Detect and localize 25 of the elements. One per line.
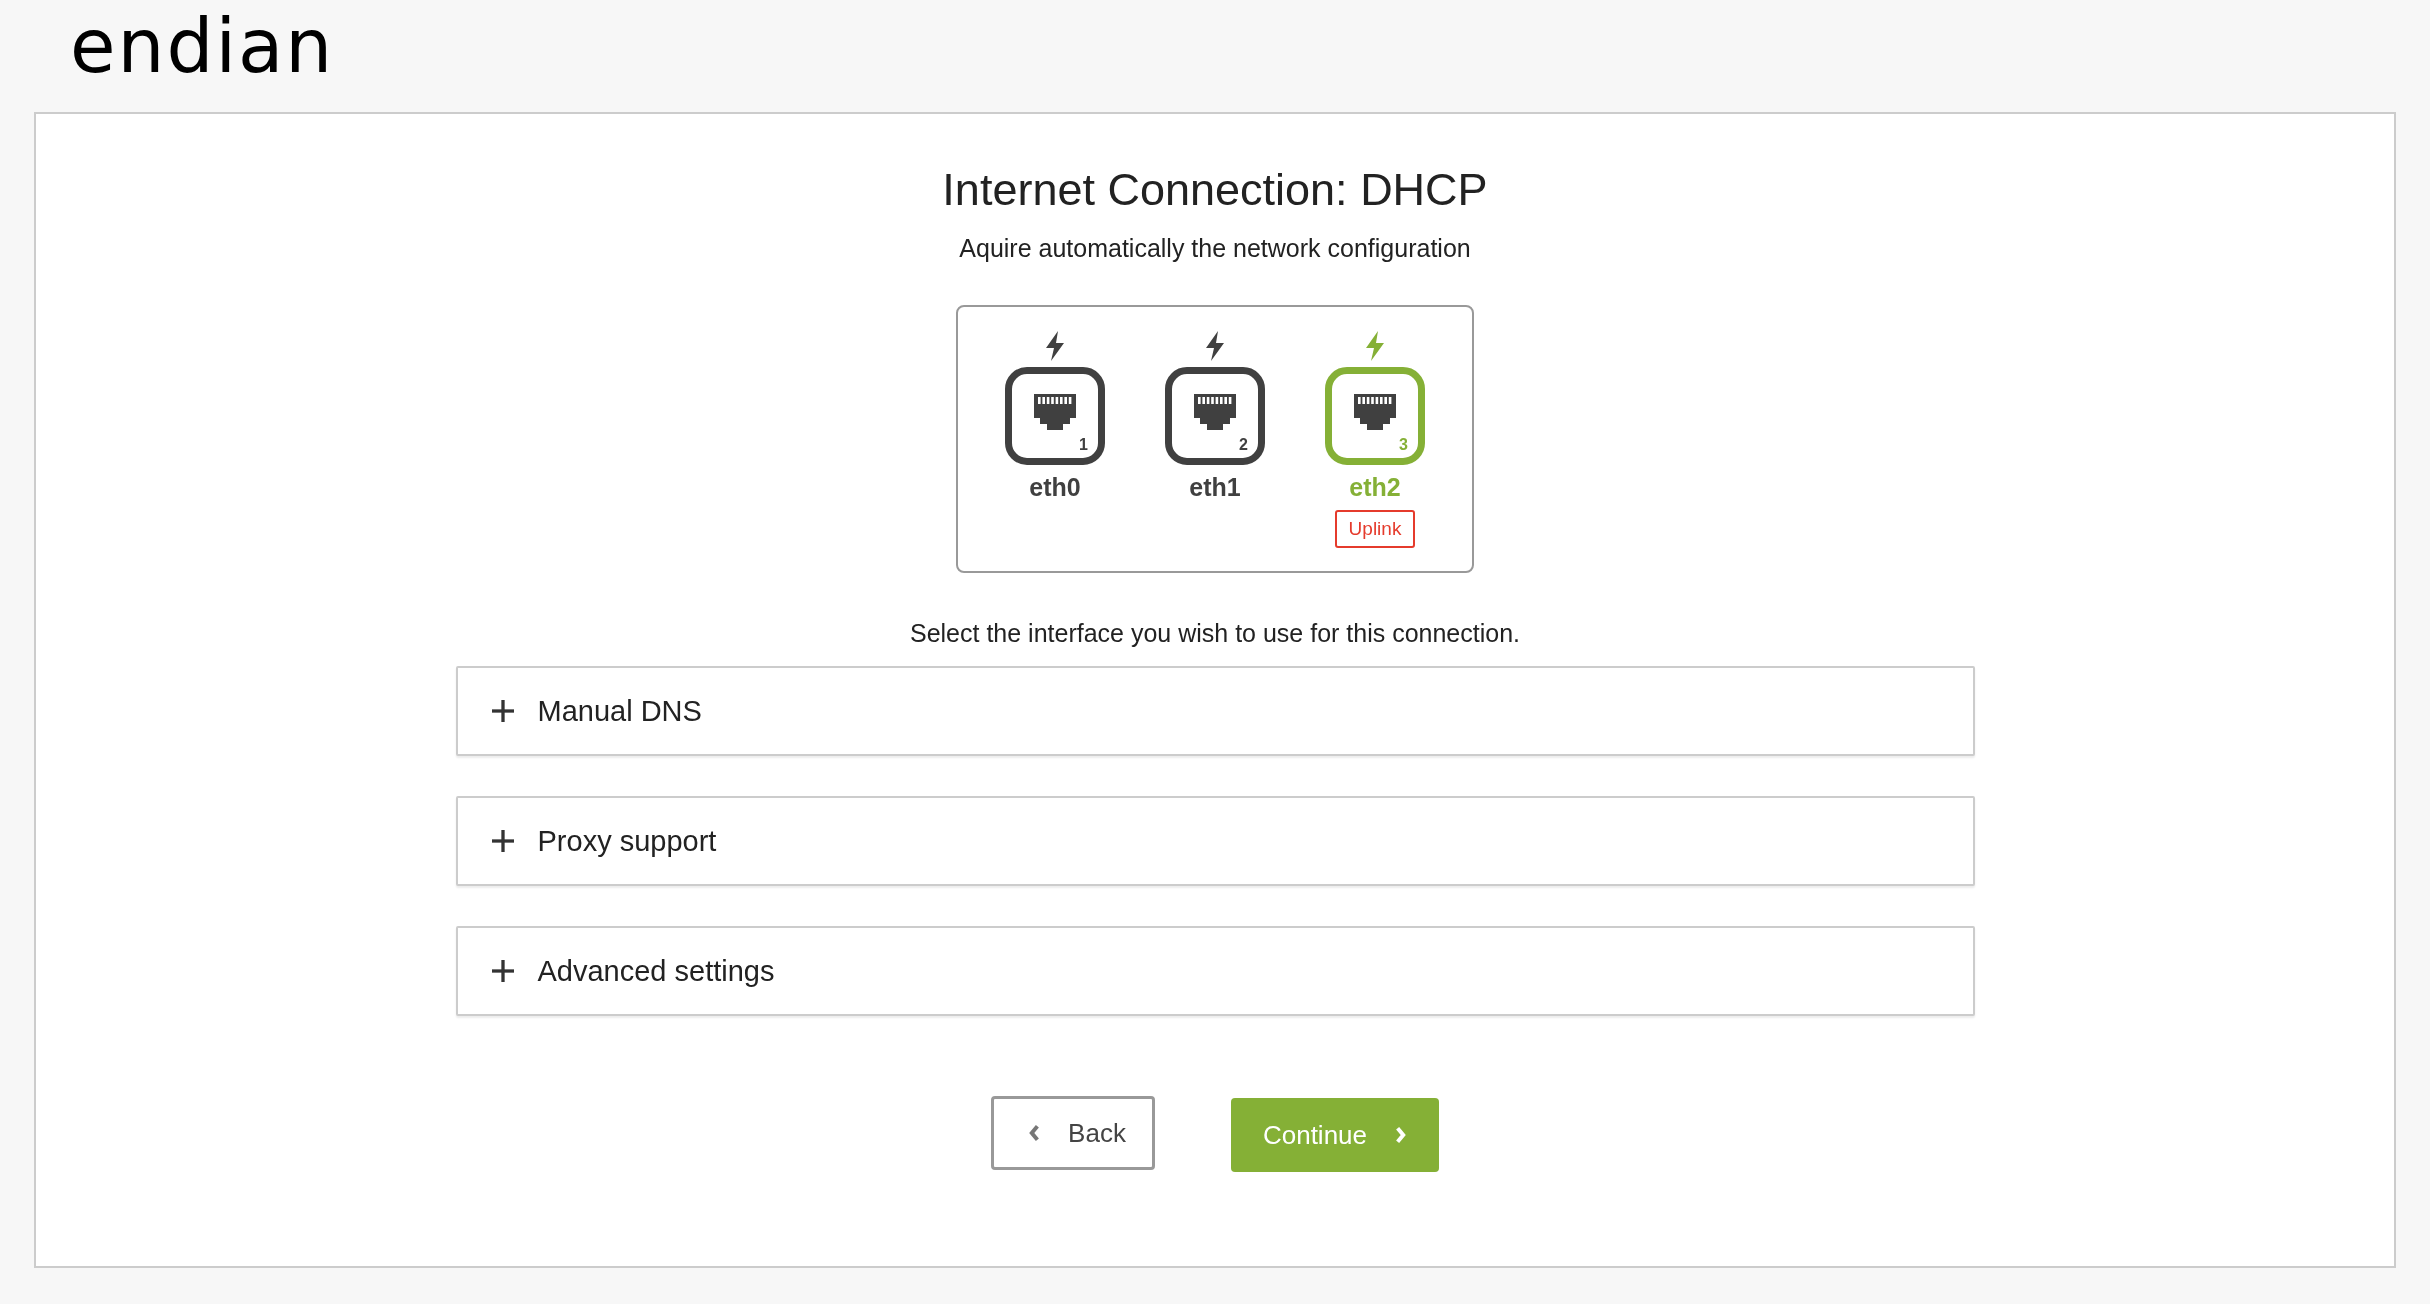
- interface-name: eth1: [1189, 473, 1241, 502]
- ethernet-port-button[interactable]: 2: [1165, 367, 1265, 465]
- collapsible-section[interactable]: Proxy support: [455, 796, 1975, 886]
- ethernet-port-button[interactable]: 1: [1005, 367, 1105, 465]
- interface-name: eth0: [1029, 473, 1081, 502]
- port-number: 2: [1239, 436, 1248, 454]
- port-number: 1: [1079, 436, 1088, 454]
- lightning-icon: [1043, 331, 1067, 361]
- instruction-text: Select the interface you wish to use for this connection.: [909, 619, 1521, 648]
- interface-name: eth2: [1349, 473, 1401, 502]
- chevron-left-icon: [1028, 1124, 1041, 1142]
- plus-icon: [491, 830, 514, 852]
- lightning-icon: [1363, 331, 1387, 361]
- port-number: 3: [1399, 436, 1408, 454]
- lightning-icon: [1203, 331, 1227, 361]
- chevron-right-icon: [1395, 1126, 1408, 1144]
- collapsible-section[interactable]: Advanced settings: [455, 926, 1975, 1016]
- plus-icon: [491, 960, 514, 982]
- back-button[interactable]: Back: [991, 1096, 1155, 1170]
- page-subtitle: Aquire automatically the network configuration: [959, 234, 1471, 263]
- collapsible-section[interactable]: Manual DNS: [455, 666, 1975, 756]
- plus-icon: [491, 700, 514, 722]
- page-title: Internet Connection: DHCP: [942, 164, 1488, 216]
- uplink-badge: Uplink: [1334, 510, 1416, 548]
- endian-logo: endian: [69, 2, 335, 91]
